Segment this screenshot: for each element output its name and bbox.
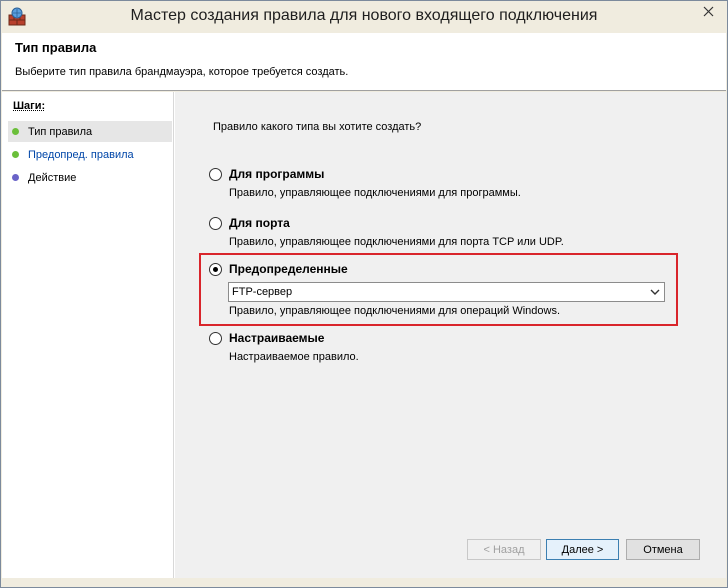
radio-port[interactable] xyxy=(209,217,222,230)
radio-predefined[interactable] xyxy=(209,263,222,276)
option-label: Настраиваемые xyxy=(229,331,325,345)
close-icon xyxy=(703,6,714,17)
step-label: Действие xyxy=(28,171,77,184)
window-title: Мастер создания правила для нового входя… xyxy=(130,7,598,24)
back-button[interactable]: < Назад xyxy=(467,539,541,560)
option-description: Правило, управляющее подключениями для п… xyxy=(229,187,521,199)
page-description: Выберите тип правила брандмауэра, которо… xyxy=(15,66,349,78)
radio-custom[interactable] xyxy=(209,332,222,345)
page-title: Тип правила xyxy=(15,40,97,55)
steps-pane: Шаги: Тип правила Предопред. правила Дей… xyxy=(2,92,174,578)
step-action[interactable]: Действие xyxy=(8,167,172,188)
next-button[interactable]: Далее > xyxy=(546,539,619,560)
wizard-header: Тип правила Выберите тип правила брандма… xyxy=(2,33,726,91)
predefined-rule-select[interactable]: FTP-сервер xyxy=(228,282,665,302)
option-label: Для порта xyxy=(229,216,290,230)
step-rule-type[interactable]: Тип правила xyxy=(8,121,172,142)
step-status-dot xyxy=(12,151,19,158)
step-label: Тип правила xyxy=(28,125,93,138)
wizard-window: Мастер создания правила для нового входя… xyxy=(0,0,728,588)
option-label: Для программы xyxy=(229,167,325,181)
option-description: Правило, управляющее подключениями для п… xyxy=(229,236,564,248)
step-predefined-rules[interactable]: Предопред. правила xyxy=(8,144,172,165)
content-pane: Правило какого типа вы хотите создать? Д… xyxy=(175,92,726,578)
close-button[interactable] xyxy=(690,1,727,22)
chevron-down-icon xyxy=(650,289,660,295)
cancel-button[interactable]: Отмена xyxy=(626,539,700,560)
wizard-body: Шаги: Тип правила Предопред. правила Дей… xyxy=(2,92,726,578)
radio-program[interactable] xyxy=(209,168,222,181)
step-status-dot xyxy=(12,174,19,181)
step-label: Предопред. правила xyxy=(28,148,134,161)
title-bar: Мастер создания правила для нового входя… xyxy=(1,1,727,33)
step-status-dot xyxy=(12,128,19,135)
option-description: Правило, управляющее подключениями для о… xyxy=(229,305,561,317)
select-value: FTP-сервер xyxy=(232,286,293,298)
steps-heading: Шаги: xyxy=(13,100,46,112)
rule-type-question: Правило какого типа вы хотите создать? xyxy=(213,121,422,133)
option-label: Предопределенные xyxy=(229,262,348,276)
option-description: Настраиваемое правило. xyxy=(229,351,359,363)
